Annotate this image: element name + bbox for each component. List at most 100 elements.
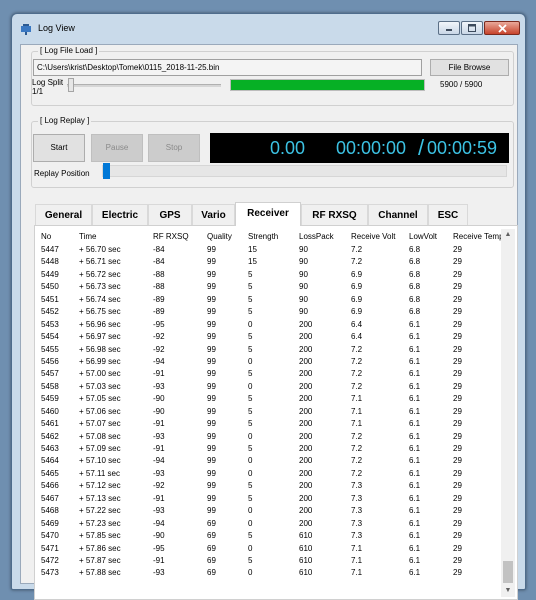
log-file-load-label: [ Log File Load ] <box>38 46 100 55</box>
maximize-button[interactable] <box>461 21 483 35</box>
tab-esc[interactable]: ESC <box>428 204 468 225</box>
table-cell: + 56.70 sec <box>79 245 121 254</box>
stop-button[interactable]: Stop <box>148 134 200 162</box>
table-row[interactable]: 5465 + 57.11 sec -93 99 0 200 7.2 6.1 29 <box>37 468 503 480</box>
column-header[interactable]: Time <box>79 229 96 244</box>
table-cell: 200 <box>299 332 313 342</box>
table-row[interactable]: 5466 + 57.12 sec -92 99 5 200 7.3 6.1 29 <box>37 480 503 492</box>
column-header[interactable]: Strength <box>248 229 278 244</box>
table-cell: 5456 <box>41 356 59 366</box>
scrollbar-thumb[interactable] <box>503 561 513 583</box>
table-cell: 6.1 <box>409 468 421 478</box>
start-button[interactable]: Start <box>33 134 85 162</box>
table-cell: -94 <box>153 456 165 466</box>
table-cell: 99 <box>207 294 216 304</box>
table-cell: 7.2 <box>351 456 363 466</box>
tab-channel[interactable]: Channel <box>368 204 428 225</box>
table-cell: + 57.87 sec <box>79 555 121 565</box>
table-cell: 5 <box>248 294 253 304</box>
window-title: Log View <box>38 23 75 33</box>
table-row[interactable]: 5464 + 57.10 sec -94 99 0 200 7.2 6.1 29 <box>37 455 503 467</box>
vertical-scrollbar[interactable]: ▲ ▼ <box>501 229 515 597</box>
table-row[interactable]: 5470 + 57.85 sec -90 69 5 610 7.3 6.1 29 <box>37 530 503 542</box>
table-cell: 29 <box>453 319 462 329</box>
tab-gps[interactable]: GPS <box>148 204 192 225</box>
column-header[interactable]: Quality <box>207 229 232 244</box>
table-row[interactable]: 5463 + 57.09 sec -91 99 5 200 7.2 6.1 29 <box>37 443 503 455</box>
table-row[interactable]: 5447 + 56.70 sec -84 99 15 90 7.2 6.8 29 <box>37 244 503 256</box>
table-row[interactable]: 5458 + 57.03 sec -93 99 0 200 7.2 6.1 29 <box>37 381 503 393</box>
pause-button[interactable]: Pause <box>91 134 143 162</box>
table-cell: -88 <box>153 269 165 279</box>
table-cell: 0 <box>248 431 253 441</box>
table-row[interactable]: 5472 + 57.87 sec -91 69 5 610 7.1 6.1 29 <box>37 555 503 567</box>
tab-receiver[interactable]: Receiver <box>235 202 301 226</box>
column-header[interactable]: Receive Temp <box>453 229 503 244</box>
tab-rf-rxsq[interactable]: RF RXSQ <box>301 204 368 225</box>
tab-electric[interactable]: Electric <box>92 204 148 225</box>
table-cell: 69 <box>207 568 216 578</box>
table-cell: 6.1 <box>409 543 421 553</box>
table-row[interactable]: 5448 + 56.71 sec -84 99 15 90 7.2 6.8 29 <box>37 256 503 268</box>
table-cell: -88 <box>153 282 165 292</box>
table-row[interactable]: 5461 + 57.07 sec -91 99 5 200 7.1 6.1 29 <box>37 418 503 430</box>
table-row[interactable]: 5450 + 56.73 sec -88 99 5 90 6.9 6.8 29 <box>37 281 503 293</box>
column-header[interactable]: LossPack <box>299 229 334 244</box>
table-cell: 5 <box>248 419 253 429</box>
table-cell: + 56.96 sec <box>79 319 121 329</box>
close-button[interactable] <box>484 21 520 35</box>
table-row[interactable]: 5469 + 57.23 sec -94 69 0 200 7.3 6.1 29 <box>37 518 503 530</box>
table-cell: 99 <box>207 269 216 279</box>
table-cell: 5471 <box>41 543 59 553</box>
table-cell: 99 <box>207 456 216 466</box>
table-row[interactable]: 5457 + 57.00 sec -91 99 5 200 7.2 6.1 29 <box>37 368 503 380</box>
table-cell: 7.2 <box>351 381 363 391</box>
table-cell: + 57.06 sec <box>79 406 121 416</box>
table-cell: 99 <box>207 369 216 379</box>
table-row[interactable]: 5455 + 56.98 sec -92 99 5 200 7.2 6.1 29 <box>37 344 503 356</box>
load-progress-fill <box>231 80 424 90</box>
table-cell: 99 <box>207 481 216 491</box>
title-bar[interactable]: Log View <box>12 14 525 42</box>
log-split-slider[interactable] <box>68 78 74 92</box>
file-browse-button[interactable]: File Browse <box>430 59 509 76</box>
table-row[interactable]: 5454 + 56.97 sec -92 99 5 200 6.4 6.1 29 <box>37 331 503 343</box>
log-replay-label: [ Log Replay ] <box>38 116 92 125</box>
file-path-field[interactable]: C:\Users\krist\Desktop\Tomek\0115_2018-1… <box>33 59 422 76</box>
table-cell: -84 <box>153 245 165 254</box>
tab-general[interactable]: General <box>35 204 92 225</box>
column-header[interactable]: No <box>41 229 51 244</box>
table-cell: 99 <box>207 406 216 416</box>
table-cell: 200 <box>299 419 313 429</box>
column-header[interactable]: Receive Volt <box>351 229 395 244</box>
table-cell: 90 <box>299 257 308 267</box>
column-header[interactable]: LowVolt <box>409 229 437 244</box>
table-row[interactable]: 5473 + 57.88 sec -93 69 0 610 7.1 6.1 29 <box>37 567 503 579</box>
minimize-button[interactable] <box>438 21 460 35</box>
table-row[interactable]: 5456 + 56.99 sec -94 99 0 200 7.2 6.1 29 <box>37 356 503 368</box>
table-row[interactable]: 5449 + 56.72 sec -88 99 5 90 6.9 6.8 29 <box>37 269 503 281</box>
column-header[interactable]: RF RXSQ <box>153 229 189 244</box>
table-row[interactable]: 5471 + 57.86 sec -95 69 0 610 7.1 6.1 29 <box>37 543 503 555</box>
replay-position-slider[interactable] <box>103 163 110 179</box>
scroll-up-icon[interactable]: ▲ <box>501 229 515 241</box>
table-cell: -91 <box>153 555 165 565</box>
table-row[interactable]: 5459 + 57.05 sec -90 99 5 200 7.1 6.1 29 <box>37 393 503 405</box>
table-row[interactable]: 5453 + 56.96 sec -95 99 0 200 6.4 6.1 29 <box>37 319 503 331</box>
table-row[interactable]: 5468 + 57.22 sec -93 99 0 200 7.3 6.1 29 <box>37 505 503 517</box>
log-split-value: 1/1 <box>32 87 44 96</box>
tab-vario[interactable]: Vario <box>192 204 235 225</box>
table-cell: 29 <box>453 493 462 503</box>
table-row[interactable]: 5462 + 57.08 sec -93 99 0 200 7.2 6.1 29 <box>37 431 503 443</box>
table-row[interactable]: 5452 + 56.75 sec -89 99 5 90 6.9 6.8 29 <box>37 306 503 318</box>
table-cell: 6.1 <box>409 456 421 466</box>
table-row[interactable]: 5460 + 57.06 sec -90 99 5 200 7.1 6.1 29 <box>37 406 503 418</box>
replay-total-time: 00:00:59 <box>427 138 498 158</box>
table-cell: + 56.73 sec <box>79 282 121 292</box>
scroll-down-icon[interactable]: ▼ <box>501 585 515 597</box>
table-cell: 7.2 <box>351 245 363 254</box>
table-row[interactable]: 5467 + 57.13 sec -91 99 5 200 7.3 6.1 29 <box>37 493 503 505</box>
table-cell: 29 <box>453 245 462 254</box>
table-row[interactable]: 5451 + 56.74 sec -89 99 5 90 6.9 6.8 29 <box>37 294 503 306</box>
table-cell: -89 <box>153 294 165 304</box>
